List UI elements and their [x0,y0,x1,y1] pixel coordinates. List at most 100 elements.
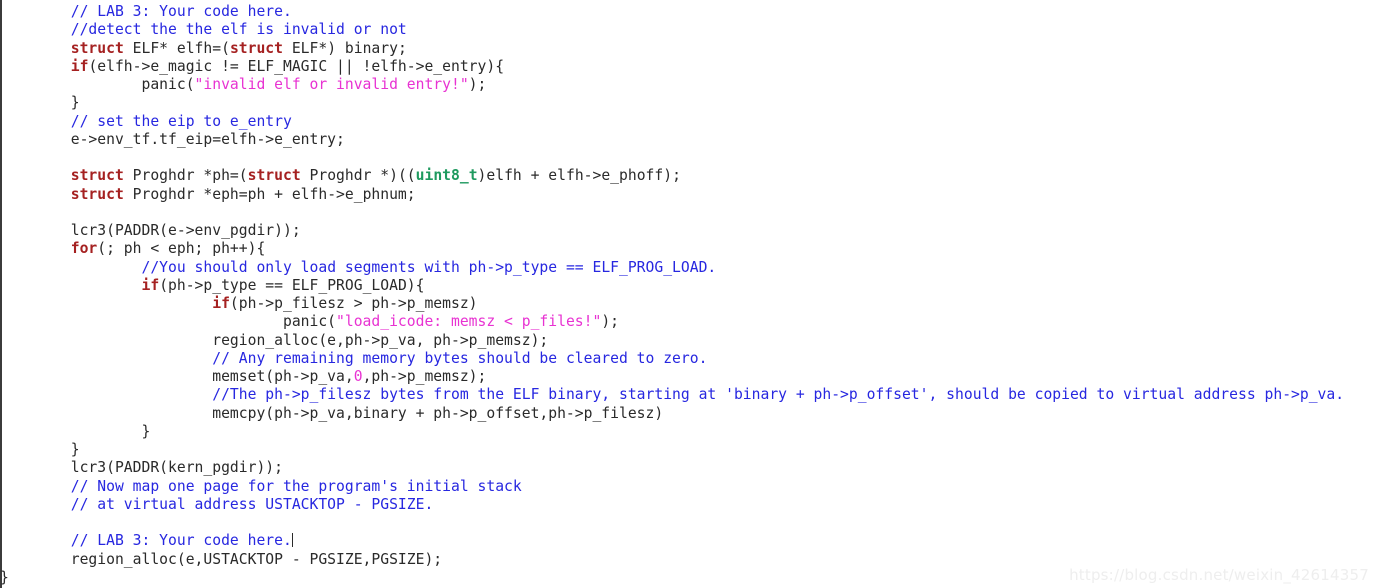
code-line[interactable]: // Now map one page for the program's in… [0,478,1377,496]
code-line[interactable]: struct ELF* elfh=(struct ELF*) binary; [0,40,1377,58]
code-line[interactable]: // LAB 3: Your code here. [0,3,1377,21]
code-token-comment: //The ph->p_filesz bytes from the ELF bi… [212,386,1345,404]
code-token-number: 0 [353,368,363,385]
text-caret [291,533,293,548]
code-token-comment: // LAB 3: Your code here. [70,532,292,550]
code-line[interactable]: if(ph->p_type == ELF_PROG_LOAD){ [0,277,1377,295]
code-editor-viewport: // LAB 3: Your code here. //detect the t… [0,0,1377,588]
code-line[interactable]: //You should only load segments with ph-… [0,259,1377,277]
code-token-keyword: if [70,57,89,75]
code-line[interactable]: panic("invalid elf or invalid entry!"); [0,76,1377,94]
code-token-plain: } [70,441,80,458]
code-token-plain: lcr3(PADDR(e->env_pgdir)); [70,222,301,239]
code-line[interactable]: lcr3(PADDR(e->env_pgdir)); [0,222,1377,240]
code-token-plain: } [70,422,151,440]
code-token-comment: //detect the the elf is invalid or not [70,21,407,39]
code-token-string: "load_icode: memsz < p_files!" [336,313,602,331]
code-token-plain: Proghdr *eph=ph + elfh->e_phnum; [123,185,416,203]
code-line[interactable]: // at virtual address USTACKTOP - PGSIZE… [0,496,1377,514]
code-token-plain: )elfh + elfh->e_phoff); [477,167,681,185]
code-token-string: "invalid elf or invalid entry!" [194,76,469,93]
code-token-plain: ); [601,313,619,331]
code-line[interactable]: panic("load_icode: memsz < p_files!"); [0,313,1377,331]
code-token-plain: (; ph < eph; ph++){ [97,240,266,258]
code-token-keyword: struct [229,39,283,57]
code-token-plain: Proghdr *ph=( [123,167,248,185]
code-line[interactable]: } [0,94,1377,112]
code-line[interactable]: memcpy(ph->p_va,binary + ph->p_offset,ph… [0,405,1377,423]
code-line[interactable]: if(ph->p_filesz > ph->p_memsz) [0,295,1377,313]
code-token-plain: lcr3(PADDR(kern_pgdir)); [70,459,283,477]
code-token-plain: } [70,94,80,112]
code-token-plain: ,ph->p_memsz); [362,368,487,385]
code-token-plain: memset(ph->p_va, [70,368,354,385]
code-token-plain: ELF* elfh=( [123,39,230,57]
code-token-keyword: if [141,276,160,294]
code-line[interactable]: //detect the the elf is invalid or not [0,21,1377,39]
code-token-comment: // set the eip to e_entry [70,112,292,130]
code-line[interactable]: memset(ph->p_va,0,ph->p_memsz); [0,368,1377,386]
code-line[interactable] [0,514,1377,532]
code-token-plain: (elfh->e_magic != ELF_MAGIC || !elfh->e_… [88,57,505,75]
code-line[interactable]: if(elfh->e_magic != ELF_MAGIC || !elfh->… [0,58,1377,76]
code-line[interactable]: for(; ph < eph; ph++){ [0,240,1377,258]
code-token-comment: // Any remaining memory bytes should be … [212,349,708,367]
code-token-plain: ); [468,76,487,93]
code-line[interactable] [0,149,1377,167]
code-line[interactable]: //The ph->p_filesz bytes from the ELF bi… [0,386,1377,404]
code-line[interactable]: // set the eip to e_entry [0,113,1377,131]
code-line[interactable]: // LAB 3: Your code here. [0,532,1377,550]
code-token-comment: // at virtual address USTACKTOP - PGSIZE… [70,495,434,513]
code-token-plain: region_alloc(e,ph->p_va, ph->p_memsz); [70,331,549,349]
code-token-comment: //You should only load segments with ph-… [141,258,717,276]
code-line[interactable]: struct Proghdr *ph=(struct Proghdr *)((u… [0,167,1377,185]
code-line[interactable] [0,204,1377,222]
code-token-plain: (ph->p_type == ELF_PROG_LOAD){ [159,276,425,294]
code-token-plain: memcpy(ph->p_va,binary + ph->p_offset,ph… [70,404,664,422]
code-token-plain: } [0,568,9,586]
code-line[interactable]: } [0,423,1377,441]
code-token-plain: panic( [70,76,195,93]
code-token-plain: e->env_tf.tf_eip=elfh->e_entry; [70,130,345,148]
code-line[interactable]: e->env_tf.tf_eip=elfh->e_entry; [0,131,1377,149]
code-line[interactable]: lcr3(PADDR(kern_pgdir)); [0,459,1377,477]
code-token-plain: (ph->p_filesz > ph->p_memsz) [229,295,478,312]
code-line[interactable]: region_alloc(e,ph->p_va, ph->p_memsz); [0,332,1377,350]
code-line[interactable]: // Any remaining memory bytes should be … [0,350,1377,368]
code-line[interactable]: } [0,441,1377,459]
code-token-keyword: for [70,240,98,258]
code-token-keyword: struct [70,185,124,203]
code-token-keyword: if [212,295,230,312]
code-token-keyword: struct [70,167,124,185]
code-line[interactable]: struct Proghdr *eph=ph + elfh->e_phnum; [0,186,1377,204]
code-token-type: uint8_t [415,167,478,185]
code-text-area[interactable]: // LAB 3: Your code here. //detect the t… [0,0,1377,588]
code-token-keyword: struct [247,167,301,185]
